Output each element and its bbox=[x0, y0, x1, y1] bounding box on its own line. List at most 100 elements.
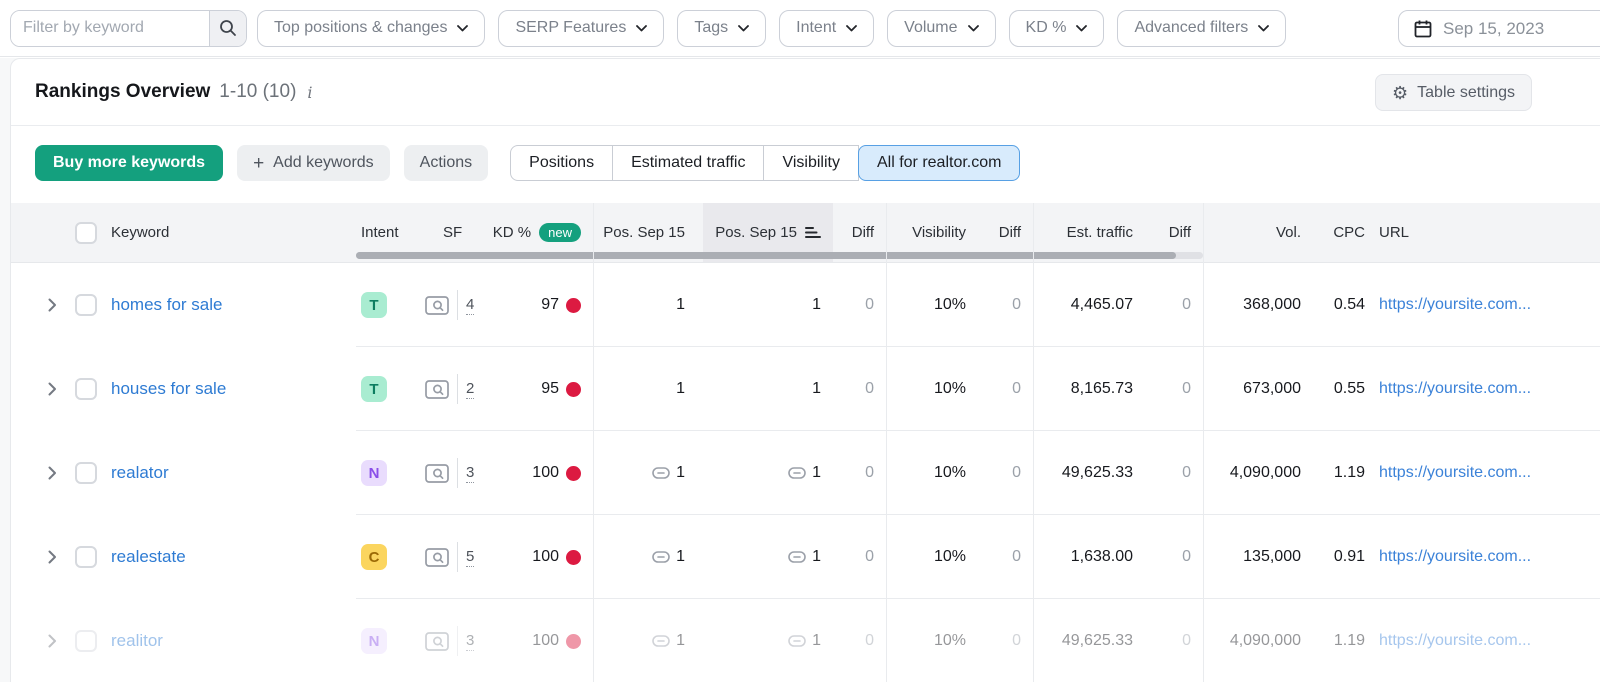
position-link-icon[interactable] bbox=[652, 635, 670, 647]
column-header-url[interactable]: URL bbox=[1367, 203, 1600, 262]
visibility-value: 10% bbox=[933, 380, 966, 397]
keyword-link[interactable]: homes for sale bbox=[111, 295, 223, 315]
date-picker-button[interactable]: Sep 15, 2023 bbox=[1398, 10, 1600, 47]
diff-cell: 0 bbox=[1141, 632, 1203, 650]
expand-row-button[interactable] bbox=[41, 462, 63, 484]
filter-dropdown-top-positions-changes[interactable]: Top positions & changes bbox=[257, 9, 486, 47]
position-cell: 1 bbox=[593, 632, 703, 650]
sf-count-link[interactable]: 4 bbox=[466, 296, 475, 315]
sf-count-link[interactable]: 3 bbox=[466, 632, 475, 651]
row-checkbox[interactable] bbox=[75, 630, 97, 652]
intent-badge[interactable]: N bbox=[361, 628, 387, 654]
view-tab-positions[interactable]: Positions bbox=[510, 145, 614, 181]
diff-cell: 0 bbox=[1141, 380, 1203, 398]
expand-row-button[interactable] bbox=[41, 630, 63, 652]
checkbox-cell bbox=[75, 546, 97, 568]
est-traffic-cell: 8,165.73 bbox=[1033, 380, 1141, 398]
diff-cell: 0 bbox=[1141, 296, 1203, 314]
table-settings-button[interactable]: ⚙ Table settings bbox=[1375, 74, 1532, 111]
position-value: 1 bbox=[812, 548, 821, 565]
horizontal-scrollbar[interactable] bbox=[356, 252, 1203, 259]
serp-features-icon bbox=[425, 379, 449, 399]
url-cell: https://yoursite.com... bbox=[1367, 296, 1600, 314]
keyword-link[interactable]: realator bbox=[111, 463, 169, 483]
diff-value: 0 bbox=[1012, 380, 1021, 397]
table-body: homes for sale T 4 97 1 1 0 10% 0 4,465.07 0 368,00… bbox=[11, 263, 1600, 682]
position-cell: 1 bbox=[593, 380, 703, 398]
search-button[interactable] bbox=[209, 10, 246, 46]
column-header-vol[interactable]: Vol. bbox=[1203, 203, 1307, 262]
filter-dropdown-serp-features[interactable]: SERP Features bbox=[498, 9, 665, 47]
position-link-icon[interactable] bbox=[788, 635, 806, 647]
expand-chevron-icon bbox=[48, 382, 56, 396]
diff-cell: 0 bbox=[1141, 464, 1203, 482]
view-tab-visibility[interactable]: Visibility bbox=[763, 145, 859, 181]
keyword-link[interactable]: realestate bbox=[111, 547, 186, 567]
buy-more-keywords-button[interactable]: Buy more keywords bbox=[35, 145, 224, 181]
kd-difficulty-dot bbox=[566, 465, 581, 481]
volume-cell: 368,000 bbox=[1203, 296, 1307, 314]
position-sorted-cell: 1 bbox=[703, 632, 833, 650]
sf-count-link[interactable]: 3 bbox=[466, 464, 475, 483]
rankings-card: Rankings Overview 1-10 (10) i ⚙ Table se… bbox=[10, 58, 1600, 682]
intent-badge[interactable]: C bbox=[361, 544, 387, 570]
column-header-cpc[interactable]: CPC bbox=[1307, 203, 1367, 262]
url-link[interactable]: https://yoursite.com... bbox=[1379, 380, 1531, 398]
intent-badge[interactable]: N bbox=[361, 460, 387, 486]
url-link[interactable]: https://yoursite.com... bbox=[1379, 464, 1531, 482]
info-icon[interactable]: i bbox=[307, 83, 312, 102]
est-traffic-cell: 49,625.33 bbox=[1033, 464, 1141, 482]
position-cell: 1 bbox=[593, 464, 703, 482]
sf-count-link[interactable]: 5 bbox=[466, 548, 475, 567]
select-all-checkbox[interactable] bbox=[75, 221, 97, 244]
filter-dropdown-kd[interactable]: KD % bbox=[1008, 9, 1105, 47]
url-link[interactable]: https://yoursite.com... bbox=[1379, 548, 1531, 566]
table-row: houses for sale T 2 95 1 1 0 10% 0 8,165.73 0 673,0… bbox=[11, 347, 1600, 431]
row-checkbox[interactable] bbox=[75, 462, 97, 484]
intent-badge[interactable]: T bbox=[361, 292, 387, 318]
table-row: realestate C 5 100 1 1 0 10% 0 1,638.00 0 135,000 0.… bbox=[11, 515, 1600, 599]
filter-dropdown-volume[interactable]: Volume bbox=[887, 9, 996, 47]
url-link[interactable]: https://yoursite.com... bbox=[1379, 632, 1531, 650]
sf-count-link[interactable]: 2 bbox=[466, 380, 475, 399]
position-link-icon[interactable] bbox=[788, 467, 806, 479]
position-link-icon[interactable] bbox=[652, 467, 670, 479]
intent-badge[interactable]: T bbox=[361, 376, 387, 402]
position-link-icon[interactable] bbox=[788, 551, 806, 563]
keyword-filter-input[interactable] bbox=[11, 10, 209, 46]
column-header-label: Pos. Sep 15 bbox=[715, 224, 797, 241]
row-checkbox[interactable] bbox=[75, 546, 97, 568]
expand-row-button[interactable] bbox=[41, 294, 63, 316]
expand-row-button[interactable] bbox=[41, 378, 63, 400]
diff-value: 0 bbox=[1182, 296, 1191, 313]
volume-value: 4,090,000 bbox=[1229, 632, 1301, 649]
column-header-keyword[interactable]: Keyword bbox=[111, 203, 356, 262]
column-header-label: KD % bbox=[492, 224, 532, 241]
keyword-link[interactable]: realitor bbox=[111, 631, 163, 651]
kd-cell: 100 bbox=[486, 548, 593, 566]
view-tab-all-for-domain[interactable]: All for realtor.com bbox=[857, 145, 1021, 181]
filter-dropdown-tags[interactable]: Tags bbox=[677, 9, 767, 47]
kd-value: 100 bbox=[532, 632, 559, 649]
diff-cell: 0 bbox=[1141, 548, 1203, 566]
url-cell: https://yoursite.com... bbox=[1367, 548, 1600, 566]
chevron-down-icon bbox=[738, 24, 750, 31]
horizontal-scrollbar-thumb[interactable] bbox=[356, 252, 1176, 259]
chevron-down-icon bbox=[1076, 24, 1088, 31]
diff-value: 0 bbox=[1012, 464, 1021, 481]
row-checkbox[interactable] bbox=[75, 378, 97, 400]
position-link-icon[interactable] bbox=[652, 551, 670, 563]
position-sorted-cell: 1 bbox=[703, 296, 833, 314]
expand-row-button[interactable] bbox=[41, 546, 63, 568]
add-keywords-button[interactable]: + Add keywords bbox=[237, 145, 390, 181]
view-tab-estimated-traffic[interactable]: Estimated traffic bbox=[612, 145, 765, 181]
filter-dropdown-intent[interactable]: Intent bbox=[779, 9, 875, 47]
row-checkbox[interactable] bbox=[75, 294, 97, 316]
volume-cell: 4,090,000 bbox=[1203, 464, 1307, 482]
keyword-link[interactable]: houses for sale bbox=[111, 379, 226, 399]
actions-button[interactable]: Actions bbox=[403, 145, 489, 181]
url-link[interactable]: https://yoursite.com... bbox=[1379, 296, 1531, 314]
column-header-label: Diff bbox=[1168, 224, 1191, 241]
diff-cell: 0 bbox=[976, 380, 1033, 398]
filter-dropdown-advanced-filters[interactable]: Advanced filters bbox=[1117, 9, 1287, 47]
